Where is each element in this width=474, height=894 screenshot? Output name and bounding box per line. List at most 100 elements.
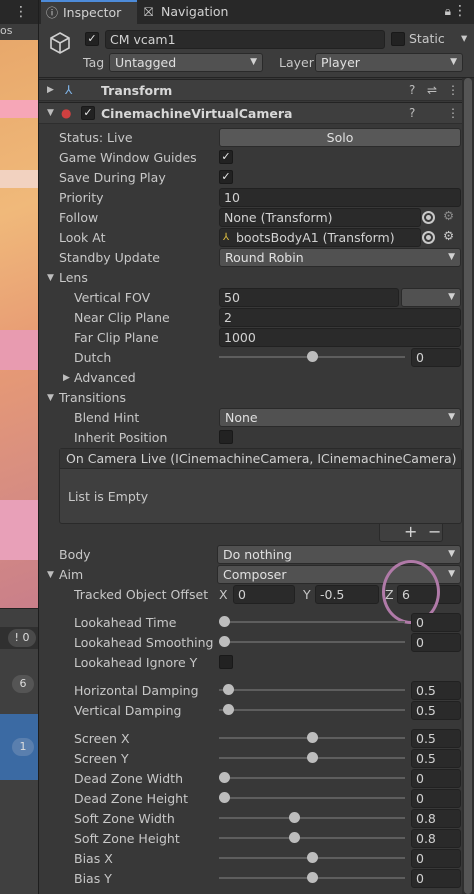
horizontal-damping-field[interactable]: 0.5	[411, 681, 461, 700]
slider-thumb[interactable]	[223, 704, 235, 715]
slider-track[interactable]	[219, 797, 405, 799]
bias-y-field[interactable]: 0	[411, 869, 461, 888]
near-clip-field[interactable]: 2	[219, 308, 461, 327]
dead-zone-width-field[interactable]: 0	[411, 769, 461, 788]
far-clip-field[interactable]: 1000	[219, 328, 461, 347]
inherit-position-checkbox[interactable]	[219, 430, 233, 444]
offset-y-field[interactable]: -0.5	[315, 585, 379, 604]
blend-hint-dropdown[interactable]: None ▼	[219, 408, 461, 427]
bias-x-field[interactable]: 0	[411, 849, 461, 868]
scene-view[interactable]	[0, 40, 38, 608]
vertical-damping-field[interactable]: 0.5	[411, 701, 461, 720]
slider-track[interactable]	[219, 709, 405, 711]
horizontal-damping-slider[interactable]	[219, 683, 405, 697]
vertical-fov-field[interactable]: 50	[219, 288, 399, 307]
more-options-icon[interactable]: ⋮	[447, 83, 459, 97]
foldout-expanded-icon[interactable]: ▼	[47, 108, 54, 118]
screen-x-field[interactable]: 0.5	[411, 729, 461, 748]
lens-label[interactable]: Lens	[59, 270, 88, 285]
follow-field[interactable]: None (Transform)	[219, 208, 421, 227]
dutch-field[interactable]: 0	[411, 348, 461, 367]
object-picker-icon[interactable]	[422, 211, 435, 224]
lookahead-ignore-y-checkbox[interactable]	[219, 655, 233, 669]
preset-icon[interactable]: ⇌	[427, 83, 437, 97]
soft-zone-height-field[interactable]: 0.8	[411, 829, 461, 848]
standby-update-dropdown[interactable]: Round Robin ▼	[219, 248, 461, 267]
slider-thumb[interactable]	[219, 616, 230, 627]
error-count-badge[interactable]: ! 0	[8, 629, 36, 647]
dead-zone-width-slider[interactable]	[219, 771, 405, 785]
slider-thumb[interactable]	[306, 872, 318, 883]
add-item-button[interactable]: +	[404, 522, 417, 541]
slider-thumb[interactable]	[289, 812, 300, 823]
save-during-play-checkbox[interactable]: ✓	[219, 170, 233, 184]
slider-thumb[interactable]	[219, 772, 230, 783]
layer-dropdown[interactable]: Player ▼	[315, 53, 463, 72]
transform-component-header[interactable]: ▶ ⅄ Transform ? ⇌ ⋮	[39, 79, 474, 101]
look-at-field[interactable]: ⅄ bootsBodyA1 (Transform)	[219, 228, 421, 247]
body-dropdown[interactable]: Do nothing ▼	[217, 545, 461, 564]
lookahead-time-field[interactable]: 0	[411, 613, 461, 632]
soft-zone-height-slider[interactable]	[219, 831, 405, 845]
more-options-icon[interactable]: ⋮	[447, 106, 459, 120]
object-picker-icon[interactable]	[422, 231, 435, 244]
slider-track[interactable]	[219, 817, 405, 819]
tag-dropdown[interactable]: Untagged ▼	[109, 53, 263, 72]
slider-thumb[interactable]	[306, 752, 318, 763]
soft-zone-width-field[interactable]: 0.8	[411, 809, 461, 828]
bias-y-slider[interactable]	[219, 871, 405, 885]
tab-navigation[interactable]: ⛝ Navigation	[139, 0, 251, 24]
solo-button[interactable]: Solo	[219, 128, 461, 147]
more-options-icon[interactable]: ⋮	[453, 3, 467, 19]
slider-track[interactable]	[219, 641, 405, 643]
dead-zone-height-field[interactable]: 0	[411, 789, 461, 808]
remove-item-button[interactable]: −	[428, 522, 441, 541]
slider-thumb[interactable]	[306, 852, 318, 863]
lookahead-smoothing-slider[interactable]	[219, 635, 405, 649]
lookahead-smoothing-field[interactable]: 0	[411, 633, 461, 652]
bias-x-slider[interactable]	[219, 851, 405, 865]
slider-track[interactable]	[219, 621, 405, 623]
slider-thumb[interactable]	[306, 732, 318, 743]
slider-thumb[interactable]	[219, 636, 230, 647]
foldout-expanded-icon[interactable]: ▼	[47, 273, 54, 283]
soft-zone-width-slider[interactable]	[219, 811, 405, 825]
scene-toolbar-text[interactable]: os	[0, 24, 12, 37]
more-options-icon[interactable]: ⋮	[14, 4, 28, 20]
fov-preset-dropdown[interactable]: ▼	[401, 288, 461, 307]
foldout-collapsed-icon[interactable]: ▶	[63, 373, 70, 383]
slider-track[interactable]	[219, 777, 405, 779]
slider-thumb[interactable]	[223, 684, 235, 695]
static-checkbox[interactable]	[391, 32, 405, 46]
active-checkbox[interactable]: ✓	[85, 32, 99, 46]
screen-x-slider[interactable]	[219, 731, 405, 745]
advanced-label[interactable]: Advanced	[74, 370, 136, 385]
slider-track[interactable]	[219, 837, 405, 839]
scrollbar-thumb[interactable]	[464, 78, 472, 894]
slider-thumb[interactable]	[219, 792, 230, 803]
offset-x-field[interactable]: 0	[233, 585, 295, 604]
transitions-label[interactable]: Transitions	[59, 390, 126, 405]
game-window-guides-checkbox[interactable]: ✓	[219, 150, 233, 164]
slider-track[interactable]	[219, 689, 405, 691]
selected-row[interactable]: 1	[0, 714, 38, 780]
tab-inspector[interactable]: ⓘ Inspector	[41, 0, 137, 24]
lookahead-time-slider[interactable]	[219, 615, 405, 629]
foldout-collapsed-icon[interactable]: ▶	[47, 85, 54, 95]
priority-field[interactable]: 10	[219, 188, 461, 207]
object-name-field[interactable]: CM vcam1	[105, 30, 385, 49]
slider-thumb[interactable]	[289, 832, 300, 843]
gear-icon[interactable]: ⚙	[443, 208, 454, 223]
dead-zone-height-slider[interactable]	[219, 791, 405, 805]
dutch-slider[interactable]	[219, 350, 405, 364]
screen-y-slider[interactable]	[219, 751, 405, 765]
cinemachine-component-header[interactable]: ▼ ● ✓ CinemachineVirtualCamera ? ⋮	[39, 102, 474, 124]
static-dropdown-icon[interactable]: ▾	[461, 30, 467, 45]
vertical-damping-slider[interactable]	[219, 703, 405, 717]
help-icon[interactable]: ?	[409, 83, 415, 97]
foldout-expanded-icon[interactable]: ▼	[47, 570, 54, 580]
lock-icon[interactable]: 🔒︎	[445, 4, 451, 19]
inspector-scrollbar[interactable]	[462, 78, 474, 894]
slider-thumb[interactable]	[306, 351, 318, 362]
aim-label[interactable]: Aim	[59, 567, 83, 582]
